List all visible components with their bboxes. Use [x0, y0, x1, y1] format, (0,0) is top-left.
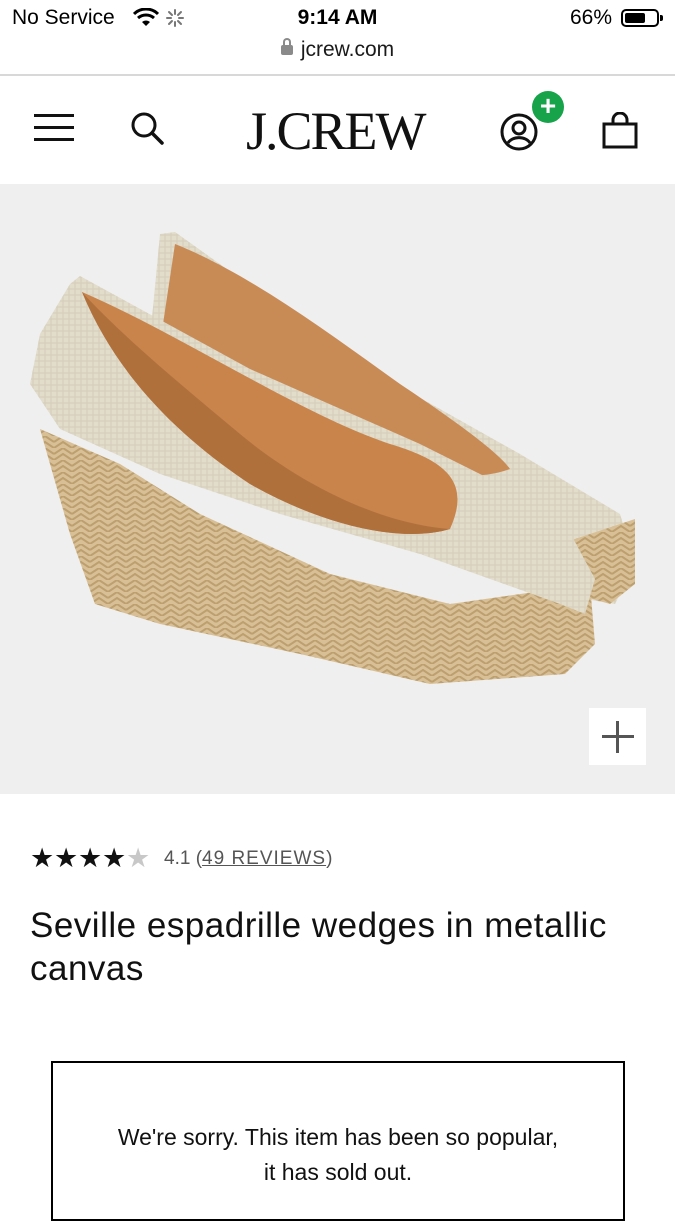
espadrille-wedges-image [30, 232, 635, 684]
rating-paren-close: ) [326, 848, 333, 869]
star-icon: ★ [102, 843, 127, 873]
reviews-link[interactable]: 49 REVIEWS [202, 848, 326, 869]
zoom-button[interactable] [589, 708, 646, 765]
url-display[interactable]: jcrew.com [0, 38, 675, 62]
search-icon[interactable] [129, 110, 165, 146]
battery-icon [621, 9, 663, 27]
star-icon: ★ [30, 843, 55, 873]
product-image[interactable] [0, 184, 675, 794]
star-icon: ★ [54, 843, 79, 873]
sold-out-message: We're sorry. This item has been so popul… [117, 1124, 559, 1185]
sold-out-notice: We're sorry. This item has been so popul… [51, 1061, 625, 1221]
status-bar: No Service 9:14 AM 66% [0, 0, 675, 36]
battery-percent: 66% [570, 6, 613, 29]
bag-icon[interactable] [601, 112, 639, 150]
url-text: jcrew.com [300, 38, 395, 61]
address-bar[interactable]: jcrew.com [0, 36, 675, 76]
star-empty-icon: ★ [126, 843, 151, 873]
lock-icon [280, 38, 293, 55]
star-icon: ★ [78, 843, 103, 873]
site-header: J.CREW + [0, 76, 675, 184]
jcrew-logo[interactable]: J.CREW [246, 104, 427, 158]
rating-value: 4.1 [164, 848, 191, 869]
battery-level [625, 13, 645, 23]
account-icon[interactable] [499, 112, 539, 152]
rating-stars: ★★★★★ [30, 844, 150, 872]
product-title: Seville espadrille wedges in metallic ca… [30, 906, 607, 988]
account-plus-badge[interactable]: + [532, 91, 564, 123]
menu-button[interactable] [34, 114, 74, 142]
